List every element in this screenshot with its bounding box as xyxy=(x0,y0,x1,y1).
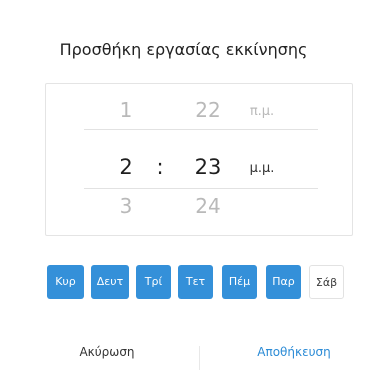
minute-prev[interactable]: 22 xyxy=(178,100,238,120)
add-startup-task-dialog: Προσθήκη εργασίας εκκίνησης 1 2 3 : 22 2… xyxy=(0,0,367,370)
minute-next[interactable]: 24 xyxy=(178,196,238,216)
time-picker[interactable]: 1 2 3 : 22 23 24 π.μ. μ.μ. xyxy=(45,83,353,236)
ampm-prev[interactable]: π.μ. xyxy=(242,105,282,118)
picker-top-divider xyxy=(84,129,318,130)
hour-next[interactable]: 3 xyxy=(106,196,146,216)
day-toggle-thursday[interactable]: Πέμ xyxy=(222,265,257,299)
minute-current[interactable]: 23 xyxy=(178,157,238,178)
day-toggle-saturday[interactable]: Σάβ xyxy=(309,265,344,299)
cancel-button[interactable]: Ακύρωση xyxy=(32,345,182,359)
footer-divider xyxy=(199,346,200,370)
save-button[interactable]: Αποθήκευση xyxy=(219,345,367,359)
day-toggle-sunday[interactable]: Κυρ xyxy=(47,265,84,299)
day-toggle-tuesday[interactable]: Τρί xyxy=(136,265,171,299)
day-toggle-wednesday[interactable]: Τετ xyxy=(178,265,213,299)
day-toggle-friday[interactable]: Παρ xyxy=(266,265,301,299)
ampm-current[interactable]: μ.μ. xyxy=(242,162,282,175)
dialog-footer: Ακύρωση Αποθήκευση xyxy=(0,340,367,370)
time-separator: : xyxy=(156,155,164,179)
hour-current[interactable]: 2 xyxy=(106,157,146,178)
picker-bottom-divider xyxy=(84,188,318,189)
dialog-title: Προσθήκη εργασίας εκκίνησης xyxy=(59,40,308,59)
day-toggle-monday[interactable]: Δευτ xyxy=(91,265,129,299)
hour-prev[interactable]: 1 xyxy=(106,100,146,120)
